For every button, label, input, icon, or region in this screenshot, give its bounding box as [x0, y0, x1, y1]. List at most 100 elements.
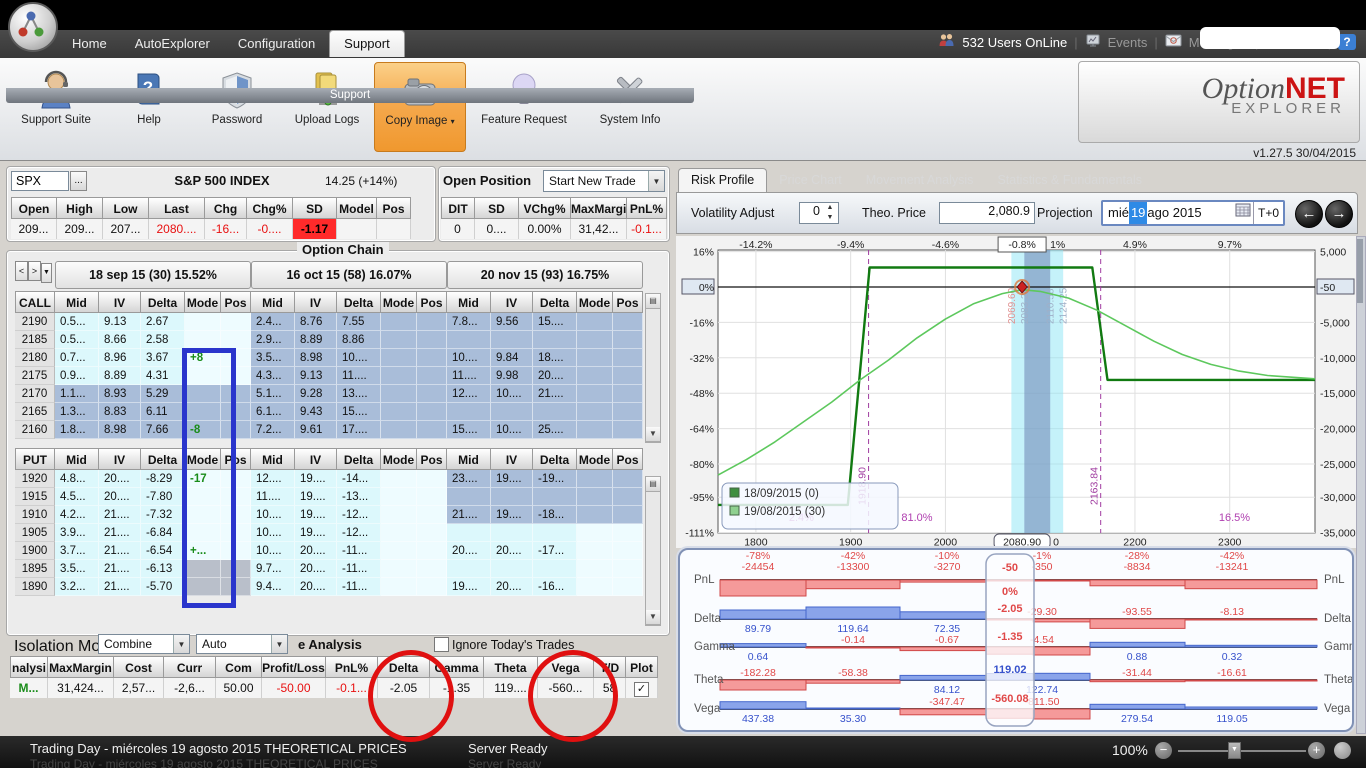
chain-cell[interactable]: 1.8... — [55, 421, 99, 439]
chain-cell[interactable]: 15.... — [533, 313, 577, 331]
chain-cell[interactable]: -14... — [337, 470, 381, 488]
chain-cell[interactable]: 9.61 — [295, 421, 337, 439]
chain-cell[interactable]: 8.89 — [99, 367, 141, 385]
analysis-column-header[interactable]: MaxMargin — [48, 656, 114, 678]
chain-cell[interactable]: -6.54 — [141, 542, 185, 560]
column-header[interactable]: Chg% — [247, 197, 293, 219]
chain-cell[interactable]: 9.43 — [295, 403, 337, 421]
chain-cell[interactable]: 10.... — [251, 506, 295, 524]
chain-cell[interactable] — [613, 349, 643, 367]
chain-cell[interactable]: 5.1... — [251, 385, 295, 403]
chain-cell[interactable]: 19.... — [295, 488, 337, 506]
chain-cell[interactable]: -11... — [337, 542, 381, 560]
chain-cell[interactable]: 21.... — [99, 560, 141, 578]
chain-cell[interactable] — [381, 542, 417, 560]
symbol-browse-button[interactable]: ... — [70, 171, 87, 191]
zoom-in-button[interactable]: + — [1308, 742, 1325, 759]
chain-cell[interactable] — [613, 470, 643, 488]
chain-cell[interactable]: 8.89 — [295, 331, 337, 349]
dropdown-arrow-icon[interactable]: ▼ — [173, 635, 189, 653]
chain-column-header[interactable]: Delta — [533, 448, 577, 470]
chain-cell[interactable] — [185, 331, 221, 349]
chain-cell[interactable] — [417, 349, 447, 367]
strike-label[interactable]: 1910 — [15, 506, 55, 524]
chain-cell[interactable] — [447, 331, 491, 349]
chain-cell[interactable]: -7.80 — [141, 488, 185, 506]
column-header[interactable]: Last — [149, 197, 205, 219]
chain-cell[interactable]: 8.98 — [99, 421, 141, 439]
chain-column-header[interactable]: Mode — [185, 291, 221, 313]
help-badge-icon[interactable]: ? — [1338, 34, 1356, 50]
chain-cell[interactable]: 1.1... — [55, 385, 99, 403]
chain-cell[interactable]: 8.98 — [295, 349, 337, 367]
chain-column-header[interactable]: Mid — [251, 291, 295, 313]
chain-cell[interactable]: 6.11 — [141, 403, 185, 421]
plot-checkbox[interactable]: ✓ — [634, 682, 649, 697]
chain-cell[interactable] — [491, 331, 533, 349]
strike-label[interactable]: 1905 — [15, 524, 55, 542]
chain-cell[interactable]: 3.9... — [55, 524, 99, 542]
chain-cell[interactable]: -12... — [337, 524, 381, 542]
chain-cell[interactable] — [613, 506, 643, 524]
chain-cell[interactable]: 7.8... — [447, 313, 491, 331]
chain-cell[interactable]: 9.13 — [295, 367, 337, 385]
chain-cell[interactable] — [577, 470, 613, 488]
chain-column-header[interactable]: Mid — [55, 291, 99, 313]
chain-cell[interactable]: 21.... — [99, 524, 141, 542]
chain-cell[interactable]: 10.... — [337, 349, 381, 367]
analysis-column-header[interactable]: Curr — [164, 656, 216, 678]
chain-cell[interactable] — [221, 331, 251, 349]
zoom-slider-thumb[interactable]: ▼ — [1228, 742, 1241, 759]
chain-cell[interactable]: 5.29 — [141, 385, 185, 403]
chain-column-header[interactable]: Delta — [337, 448, 381, 470]
t0-button[interactable]: T+0 — [1253, 202, 1283, 224]
chain-cell[interactable] — [417, 578, 447, 596]
chain-column-header[interactable]: Mid — [447, 448, 491, 470]
chain-cell[interactable] — [577, 421, 613, 439]
chain-cell[interactable] — [381, 488, 417, 506]
chain-cell[interactable] — [417, 313, 447, 331]
chain-cell[interactable]: 9.4... — [251, 578, 295, 596]
ribbon-button-password[interactable]: Password — [194, 62, 280, 150]
chain-column-header[interactable]: Mid — [55, 448, 99, 470]
strike-label[interactable]: 1895 — [15, 560, 55, 578]
chain-cell[interactable] — [381, 331, 417, 349]
chain-cell[interactable] — [381, 421, 417, 439]
chain-cell[interactable]: 19.... — [295, 470, 337, 488]
chain-cell[interactable] — [381, 470, 417, 488]
ribbon-button-feature-request[interactable]: Feature Request — [468, 62, 580, 150]
projection-prev-button[interactable]: ← — [1295, 200, 1323, 228]
chain-cell[interactable]: 10.... — [447, 349, 491, 367]
chain-cell[interactable]: 19.... — [295, 506, 337, 524]
chain-cell[interactable] — [491, 560, 533, 578]
chain-cell[interactable]: 25.... — [533, 421, 577, 439]
chain-cell[interactable] — [577, 367, 613, 385]
chain-cell[interactable]: 20.... — [447, 542, 491, 560]
chain-cell[interactable] — [417, 367, 447, 385]
analysis-column-header[interactable]: Profit/Loss — [262, 656, 326, 678]
zoom-slider-track[interactable] — [1178, 750, 1306, 752]
chain-cell[interactable]: 12.... — [447, 385, 491, 403]
chain-column-header[interactable]: Delta — [141, 448, 185, 470]
tab-statistics-fundamentals[interactable]: Statistics & Fundamentals — [985, 169, 1154, 192]
column-header[interactable]: Chg — [205, 197, 247, 219]
strike-label[interactable]: 1915 — [15, 488, 55, 506]
chain-cell[interactable]: 3.2... — [55, 578, 99, 596]
chain-column-header[interactable]: Delta — [533, 291, 577, 313]
chain-cell[interactable] — [417, 524, 447, 542]
chain-cell[interactable] — [491, 488, 533, 506]
analysis-column-header[interactable]: Plot — [626, 656, 658, 678]
chain-prev-button[interactable]: < — [15, 261, 28, 281]
chain-cell[interactable]: -11... — [337, 560, 381, 578]
column-header[interactable]: VChg% — [519, 197, 571, 219]
chain-cell[interactable] — [613, 385, 643, 403]
chain-cell[interactable] — [417, 506, 447, 524]
chain-cell[interactable]: 21.... — [99, 506, 141, 524]
spinner-arrows-icon[interactable]: ▲▼ — [823, 203, 837, 223]
chain-cell[interactable] — [533, 560, 577, 578]
strike-label[interactable]: 2180 — [15, 349, 55, 367]
chain-column-header[interactable]: IV — [295, 291, 337, 313]
chain-column-header[interactable]: IV — [99, 291, 141, 313]
chain-cell[interactable] — [613, 403, 643, 421]
chain-column-header[interactable]: IV — [491, 448, 533, 470]
